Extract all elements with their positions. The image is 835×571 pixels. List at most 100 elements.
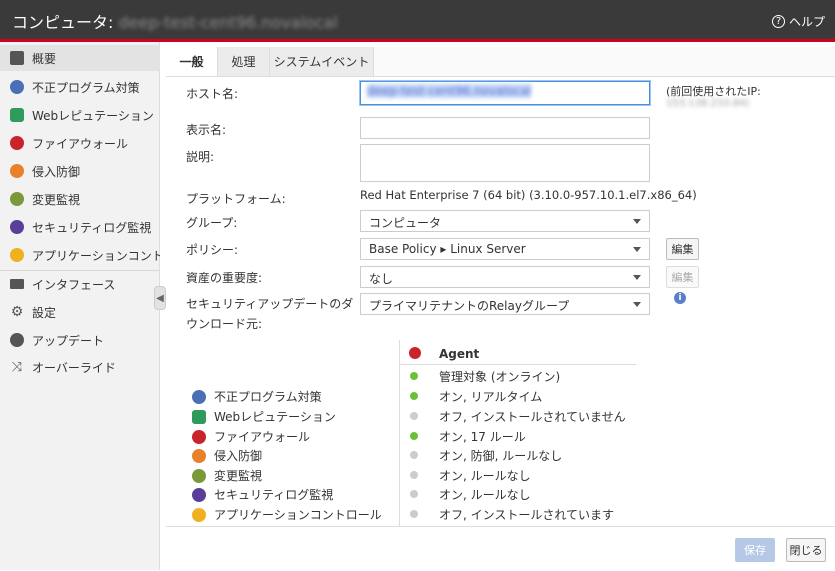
dialog-footer: 保存 閉じる	[166, 526, 835, 571]
sidebar-item-application-control[interactable]: アプリケーションコントロール	[0, 242, 160, 268]
previous-ip-label: (前回使用されたIP:	[666, 85, 761, 98]
module-status-dot	[410, 412, 418, 420]
policy-label: ポリシー:	[186, 243, 239, 257]
tab-general[interactable]: 一般	[166, 47, 218, 76]
module-row-firewall: ファイアウォール	[192, 428, 310, 445]
description-label: 説明:	[186, 150, 215, 164]
integrity-monitoring-icon	[10, 192, 24, 206]
module-status: オフ, インストールされています	[439, 508, 615, 522]
info-icon[interactable]: i	[674, 292, 686, 304]
sidebar-item-interfaces[interactable]: インタフェース	[0, 271, 160, 297]
previous-ip-value: 153.138.233.84)	[666, 98, 750, 109]
display-name-field[interactable]	[360, 117, 650, 139]
sidebar: 概要 不正プログラム対策 Webレピュテーション ファイアウォール 侵入防御 変…	[0, 42, 160, 570]
interfaces-icon	[10, 279, 24, 289]
sidebar-item-label: インタフェース	[32, 277, 116, 292]
agent-shield-icon	[409, 347, 421, 359]
sidebar-item-label: アプリケーションコントロール	[32, 248, 160, 263]
application-control-icon	[192, 507, 206, 522]
module-row-web-reputation: Webレピュテーション	[192, 408, 336, 425]
chevron-down-icon	[633, 302, 641, 307]
module-name: ファイアウォール	[214, 430, 311, 444]
hostname-value: deep-test-cent96.novalocal	[367, 84, 532, 98]
module-row-application-control: アプリケーションコントロール	[192, 506, 382, 523]
sidebar-item-label: 侵入防御	[32, 164, 81, 179]
help-link[interactable]: ? ヘルプ	[771, 13, 825, 30]
module-status: オン, リアルタイム	[439, 390, 543, 404]
sidebar-item-settings[interactable]: ⚙ 設定	[0, 299, 160, 325]
settings-icon: ⚙	[10, 304, 24, 320]
platform-label: プラットフォーム:	[186, 192, 286, 206]
sidebar-item-label: ファイアウォール	[32, 136, 129, 151]
sidebar-item-intrusion-prevention[interactable]: 侵入防御	[0, 158, 160, 184]
asset-importance-edit-button[interactable]: 編集	[666, 266, 699, 288]
hostname-label: ホスト名:	[186, 87, 239, 101]
module-status-dot	[410, 451, 418, 459]
module-table-header-line	[400, 364, 636, 365]
module-name: アプリケーションコントロール	[214, 508, 382, 522]
module-status-dot	[410, 510, 418, 518]
agent-status-text: 管理対象 (オンライン)	[439, 370, 561, 384]
sidebar-item-web-reputation[interactable]: Webレピュテーション	[0, 102, 160, 128]
hostname-field[interactable]: deep-test-cent96.novalocal	[360, 81, 650, 105]
anti-malware-icon	[192, 389, 206, 404]
asset-importance-select[interactable]: なし	[360, 266, 650, 288]
description-field[interactable]	[360, 144, 650, 182]
policy-value: Base Policy ▸ Linux Server	[369, 242, 526, 256]
sidebar-item-label: 設定	[32, 305, 57, 320]
platform-value: Red Hat Enterprise 7 (64 bit) (3.10.0-95…	[360, 188, 697, 202]
sidebar-item-overrides[interactable]: ⤨ オーバーライド	[0, 354, 160, 380]
tab-actions[interactable]: 処理	[218, 47, 270, 76]
module-name: セキュリティログ監視	[214, 488, 334, 502]
tab-system-events[interactable]: システムイベント	[270, 47, 374, 76]
module-status-dot	[410, 392, 418, 400]
module-status: オン, ルールなし	[439, 469, 531, 483]
module-status-dot	[410, 432, 418, 440]
sidebar-item-summary[interactable]: 概要	[0, 45, 160, 71]
policy-select[interactable]: Base Policy ▸ Linux Server	[360, 238, 650, 260]
download-source-value: プライマリテナントのRelayグループ	[369, 299, 570, 313]
sidebar-item-label: アップデート	[32, 333, 105, 348]
download-source-select[interactable]: プライマリテナントのRelayグループ	[360, 293, 650, 315]
asset-importance-label: 資産の重要度:	[186, 271, 263, 285]
title-bar: コンピュータ: deep-test-cent96.novalocal ? ヘルプ	[0, 0, 835, 42]
log-inspection-icon	[10, 220, 24, 234]
sidebar-item-updates[interactable]: アップデート	[0, 327, 160, 353]
module-name: 侵入防御	[214, 449, 263, 463]
application-control-icon	[10, 248, 24, 262]
sidebar-collapse-handle[interactable]: ◀	[154, 286, 166, 310]
intrusion-prevention-icon	[10, 164, 24, 178]
chevron-down-icon	[633, 247, 641, 252]
help-label: ヘルプ	[788, 15, 825, 29]
module-status: オフ, インストールされていません	[439, 410, 626, 424]
help-icon: ?	[771, 15, 785, 28]
display-name-label: 表示名:	[186, 123, 227, 137]
tab-bar: 一般 処理 システムイベント	[166, 47, 835, 77]
module-table-divider	[399, 340, 400, 526]
module-status-dot	[410, 490, 418, 498]
module-row-anti-malware: 不正プログラム対策	[192, 388, 322, 405]
firewall-icon	[10, 136, 24, 150]
log-inspection-icon	[192, 487, 206, 502]
save-button[interactable]: 保存	[735, 538, 775, 562]
module-row-integrity-monitoring: 変更監視	[192, 467, 262, 484]
module-name: 不正プログラム対策	[214, 390, 322, 404]
module-row-log-inspection: セキュリティログ監視	[192, 486, 333, 503]
window-title: コンピュータ: deep-test-cent96.novalocal	[12, 9, 338, 33]
sidebar-item-firewall[interactable]: ファイアウォール	[0, 130, 160, 156]
integrity-monitoring-icon	[192, 468, 206, 483]
summary-icon	[10, 51, 24, 65]
sidebar-item-log-inspection[interactable]: セキュリティログ監視	[0, 214, 160, 240]
group-select[interactable]: コンピュータ	[360, 210, 650, 232]
sidebar-item-anti-malware[interactable]: 不正プログラム対策	[0, 74, 160, 100]
asset-importance-value: なし	[369, 272, 394, 286]
sidebar-item-label: セキュリティログ監視	[32, 220, 152, 235]
agent-status-dot	[410, 372, 418, 380]
close-button[interactable]: 閉じる	[786, 538, 826, 562]
chevron-down-icon	[633, 275, 641, 280]
policy-edit-button[interactable]: 編集	[666, 238, 699, 260]
group-value: コンピュータ	[369, 216, 442, 230]
title-prefix: コンピュータ:	[12, 13, 119, 32]
module-status: オン, ルールなし	[439, 488, 531, 502]
sidebar-item-integrity-monitoring[interactable]: 変更監視	[0, 186, 160, 212]
